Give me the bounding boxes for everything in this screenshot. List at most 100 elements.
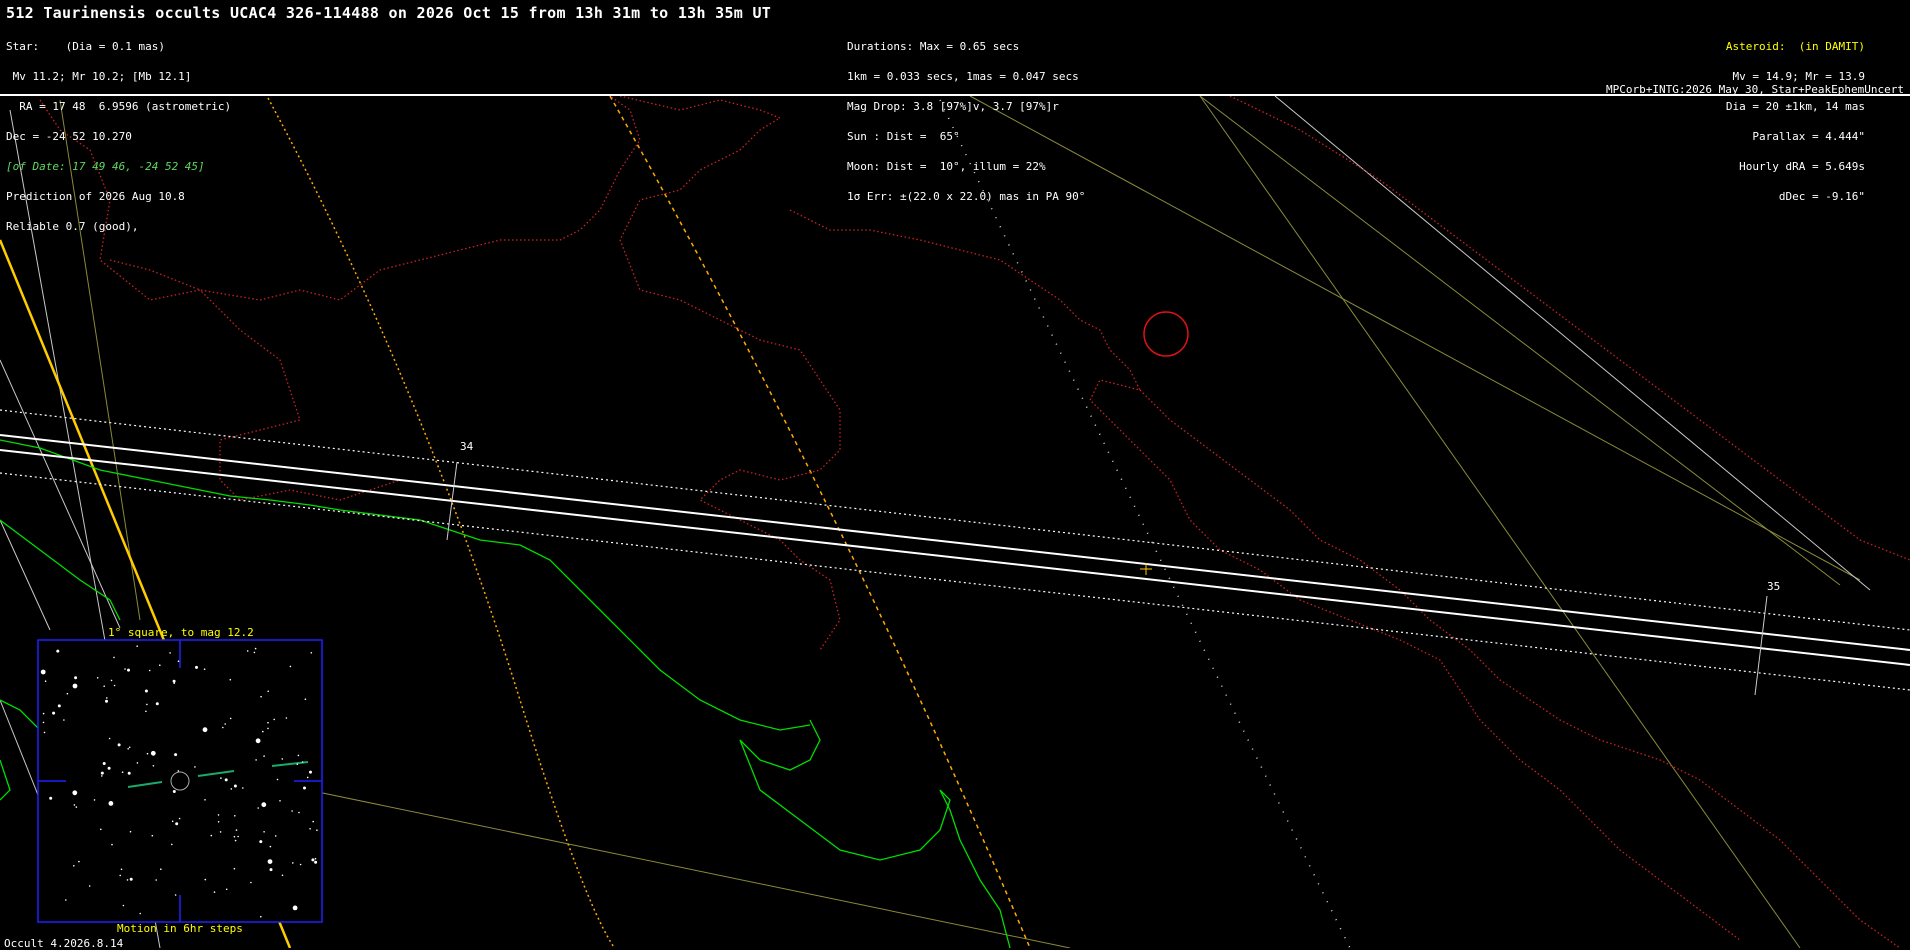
- inset-star: [72, 683, 78, 689]
- time-label-34: 34: [460, 440, 474, 453]
- inset-star: [210, 834, 213, 837]
- header-divider: [0, 94, 1910, 96]
- inset-caption-bottom: Motion in 6hr steps: [117, 922, 243, 935]
- event-info: Durations: Max = 0.65 secs 1km = 0.033 s…: [847, 22, 1085, 212]
- inset-star: [78, 860, 80, 863]
- inset-star: [296, 763, 299, 765]
- inset-star: [127, 668, 130, 672]
- time-label-35: 35: [1767, 580, 1781, 593]
- inset-star: [172, 790, 176, 793]
- inset-star: [49, 796, 53, 800]
- path-edge-south: [0, 449, 1910, 666]
- inset-star: [52, 711, 56, 715]
- inset-star: [74, 676, 78, 680]
- inset-star: [172, 679, 176, 683]
- inset-star: [150, 750, 156, 756]
- twilight-limit-2: [609, 95, 1031, 948]
- inset-star: [174, 894, 177, 896]
- time-tick-35: [1754, 595, 1768, 696]
- inset-star: [66, 692, 69, 695]
- inset-star: [146, 703, 148, 706]
- inset-star: [274, 835, 277, 837]
- inset-star: [88, 885, 91, 887]
- inset-star: [75, 806, 78, 808]
- inset-star: [255, 738, 261, 744]
- inset-star: [160, 868, 162, 870]
- inset-star: [129, 877, 133, 881]
- inset-star: [260, 695, 262, 698]
- inset-star: [253, 651, 256, 654]
- inset-star: [289, 665, 292, 668]
- star-line: Mv 11.2; Mr 10.2; [Mb 12.1]: [6, 70, 192, 83]
- inset-star: [195, 665, 198, 669]
- inset-star: [301, 761, 304, 763]
- star-chart-inset: [37, 639, 323, 923]
- inset-star: [224, 778, 228, 782]
- inset-star: [259, 840, 263, 844]
- inset-star: [113, 684, 116, 687]
- inset-star: [269, 868, 273, 872]
- inset-star: [108, 801, 114, 806]
- inset-star: [267, 727, 269, 730]
- path-limit-north: [0, 409, 1910, 631]
- inset-star: [102, 762, 106, 765]
- asteroid-line: Dia = 20 ±1km, 14 mas: [1725, 100, 1865, 113]
- inset-star: [298, 811, 300, 814]
- inset-star: [43, 731, 46, 734]
- inset-star: [122, 904, 125, 907]
- inset-star: [204, 878, 207, 881]
- inset-star: [281, 758, 284, 760]
- inset-star: [292, 862, 294, 864]
- inset-star: [146, 752, 149, 755]
- inset-star: [262, 730, 264, 733]
- inset-star: [40, 669, 46, 675]
- inset-star: [127, 771, 131, 775]
- inset-star: [117, 743, 121, 747]
- inset-star: [174, 753, 178, 757]
- inset-star: [310, 652, 313, 654]
- inset-star: [178, 817, 181, 820]
- inset-star: [304, 698, 307, 700]
- inset-star: [145, 710, 147, 713]
- inset-star: [229, 717, 232, 720]
- moon-marker: [1143, 311, 1189, 357]
- inset-star: [224, 723, 226, 725]
- event-line: Mag Drop: 3.8 [97%]v, 3.7 [97%]r: [847, 100, 1059, 113]
- inset-star: [246, 650, 249, 652]
- inset-star: [233, 867, 236, 870]
- inset-star: [237, 835, 239, 838]
- inset-star: [309, 770, 312, 774]
- star-line: Star: (Dia = 0.1 mas): [6, 40, 165, 53]
- asteroid-line: dDec = -9.16": [1778, 190, 1865, 203]
- horizon-limit: [939, 99, 1351, 948]
- asteroid-line: Mv = 14.9; Mr = 13.9: [1732, 70, 1865, 83]
- inset-star: [124, 668, 126, 670]
- inset-star: [128, 746, 131, 749]
- inset-star: [254, 647, 257, 650]
- asteroid-line: Parallax = 4.444": [1752, 130, 1865, 143]
- page-title: 512 Taurinensis occults UCAC4 326-114488…: [6, 4, 772, 22]
- inset-star: [159, 664, 161, 666]
- inset-star: [220, 777, 222, 779]
- inset-star: [111, 843, 113, 846]
- inset-star: [155, 879, 157, 881]
- inset-star: [155, 702, 159, 706]
- inset-star: [260, 915, 262, 918]
- inset-star: [263, 755, 265, 757]
- inset-star: [42, 721, 45, 724]
- inset-star: [126, 879, 129, 881]
- inset-star: [291, 810, 293, 812]
- inset-star: [219, 831, 222, 833]
- inset-star: [297, 754, 300, 757]
- star-line: RA = 17 48 6.9596 (astrometric): [6, 100, 232, 113]
- inset-star: [311, 858, 315, 862]
- prediction-line: Prediction of 2026 Aug 10.8: [6, 190, 185, 203]
- inset-star: [234, 815, 236, 817]
- inset-star: [314, 857, 317, 860]
- inset-star: [292, 905, 298, 911]
- inset-star: [173, 682, 175, 684]
- inset-star: [279, 800, 281, 802]
- inset-star: [101, 775, 103, 777]
- inset-star: [312, 820, 315, 823]
- inset-star: [100, 828, 102, 831]
